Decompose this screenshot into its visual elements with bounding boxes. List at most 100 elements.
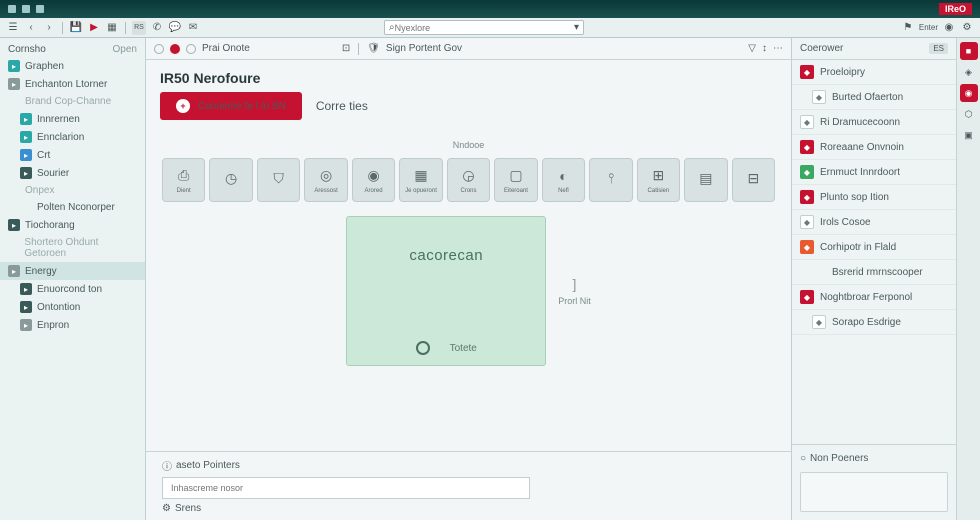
panel-item-label: Corhipotr in Flald — [820, 242, 896, 253]
dropdown-icon[interactable]: ▾ — [574, 22, 579, 33]
item-icon: ◆ — [800, 65, 814, 79]
tool-shield[interactable]: ⛉ — [257, 158, 300, 202]
tool-ring[interactable]: ◎Aressost — [304, 158, 347, 202]
primary-cta-button[interactable]: + Conoerne te l to SN — [160, 92, 302, 120]
main-toolbar: Prai Onote ⊡ 🛡 Sign Portent Gov ▽ ↕ ⋯ — [146, 38, 791, 60]
user-icon[interactable]: ◉ — [942, 21, 956, 35]
tool-grid[interactable]: ▦Je opueront — [399, 158, 442, 202]
window-icon: ⊞ — [649, 167, 667, 185]
properties-box[interactable] — [800, 472, 948, 512]
back-icon[interactable]: ‹ — [24, 21, 38, 35]
sidebar-item-label: Brand Cop-Channe — [25, 96, 111, 107]
rail-icon[interactable]: ⬡ — [960, 105, 978, 123]
panel-item[interactable]: ◆Corhipotr in Flald — [792, 235, 956, 260]
sidebar-item-label: Polten Nconorper — [37, 202, 115, 213]
window-control-icon — [22, 5, 30, 13]
lock-icon: ⊡ — [342, 43, 350, 54]
sidebar-item[interactable]: ▸Enuorcond ton — [0, 280, 145, 298]
canvas-area: Nndooe ⎙Dient◷⛉◎Aressost◉Arored▦Je opuer… — [146, 130, 791, 451]
sidebar-item[interactable]: ▸Ennclarion — [0, 128, 145, 146]
grid-icon: ▦ — [412, 167, 430, 185]
tool-camera[interactable]: ⎙Dient — [162, 158, 205, 202]
badge-icon[interactable]: RS — [132, 21, 146, 35]
bracket-icon: ] — [573, 276, 577, 292]
tool-dot[interactable]: ◉Arored — [352, 158, 395, 202]
main-panel: Prai Onote ⊡ 🛡 Sign Portent Gov ▽ ↕ ⋯ IR… — [146, 38, 792, 520]
filter-icon[interactable]: ▽ — [748, 43, 756, 54]
sidebar-item[interactable]: Onpex — [0, 182, 145, 199]
tool-clock2[interactable]: ◶Crons — [447, 158, 490, 202]
sidebar-item[interactable]: Polten Nconorper — [0, 199, 145, 216]
folder-icon: ▸ — [20, 283, 32, 295]
tool-chart[interactable]: ⫯ — [589, 158, 632, 202]
menu-icon[interactable]: ☰ — [6, 21, 20, 35]
page-icon: ▤ — [697, 170, 715, 188]
panel-item[interactable]: ◆Irols Cosoe — [792, 210, 956, 235]
sidebar-item[interactable]: ▸Graphen — [0, 57, 145, 75]
tool-window[interactable]: ⊞Catisien — [637, 158, 680, 202]
forward-icon[interactable]: › — [42, 21, 56, 35]
mail-icon[interactable]: ✉ — [186, 21, 200, 35]
more-icon[interactable]: ⋯ — [773, 43, 783, 54]
folder-icon: ▸ — [20, 319, 32, 331]
gear-icon[interactable]: ⚙ — [960, 21, 974, 35]
panel-item[interactable]: ◆ Burted Ofaerton — [792, 85, 956, 110]
breadcrumb: Sign Portent Gov — [386, 43, 462, 54]
panel-item[interactable]: ◆Plunto sop Ition — [792, 185, 956, 210]
panel-item-label: Burted Ofaerton — [832, 92, 903, 103]
sidebar-item[interactable]: ▸Innrernen — [0, 110, 145, 128]
sidebar-item[interactable]: ▸Crt — [0, 146, 145, 164]
save-icon[interactable]: 💾 — [69, 21, 83, 35]
sidebar-item[interactable]: ▸ Enpron — [0, 316, 145, 334]
item-icon: ◆ — [800, 290, 814, 304]
sidebar-item[interactable]: ▸Enchanton Ltorner — [0, 75, 145, 93]
panel-item[interactable]: ◆Roreaane Onvnoin — [792, 135, 956, 160]
rail-icon[interactable]: ◉ — [960, 84, 978, 102]
sidebar-item-label: Enpron — [37, 320, 69, 331]
flag-icon[interactable]: ⚑ — [901, 21, 915, 35]
panel-item-label: Sorapo Esdrige — [832, 317, 901, 328]
search-box[interactable]: ⌕ ▾ — [384, 20, 584, 35]
play-icon[interactable]: ▶ — [87, 21, 101, 35]
cta-subtitle: Corre ties — [316, 99, 368, 113]
grid2-icon: ⊟ — [744, 170, 762, 188]
grid-icon[interactable]: ▦ — [105, 21, 119, 35]
panel-item-label: Noghtbroar Ferponol — [820, 292, 912, 303]
chat-icon[interactable]: 💬 — [168, 21, 182, 35]
panel-item[interactable]: ◆ Noghtbroar Ferponol — [792, 285, 956, 310]
panel-item[interactable]: Bsrerid rmrnscooper — [792, 260, 956, 285]
sidebar-item[interactable]: Brand Cop-Channe — [0, 93, 145, 110]
panel-item-label: Roreaane Onvnoin — [820, 142, 904, 153]
sidebar-item[interactable]: Shortero Ohdunt Getoroen — [0, 234, 145, 262]
dot-icon[interactable] — [186, 44, 196, 54]
tool-box[interactable]: ▢Eiteroant — [494, 158, 537, 202]
bottom-bar: ⓘ aseto Pointers ⚙ Srens — [146, 451, 791, 520]
panel-item[interactable]: ◆Ernmuct Innrdoort — [792, 160, 956, 185]
panel-badge[interactable]: ES — [929, 43, 948, 54]
tool-grid2[interactable]: ⊟ — [732, 158, 775, 202]
search-input[interactable] — [395, 23, 574, 33]
tool-clock[interactable]: ◷ — [209, 158, 252, 202]
sidebar-item[interactable]: ▸Sourier — [0, 164, 145, 182]
status-dot-icon — [170, 44, 180, 54]
bottom-input[interactable] — [162, 477, 530, 499]
sidebar-item[interactable]: ▸Ontontion — [0, 298, 145, 316]
rail-icon[interactable]: ◈ — [960, 63, 978, 81]
record-icon[interactable] — [154, 44, 164, 54]
tool-half[interactable]: ◐Nefl — [542, 158, 585, 202]
item-icon: ◆ — [812, 90, 826, 104]
tool-page[interactable]: ▤ — [684, 158, 727, 202]
rail-icon[interactable]: ▣ — [960, 126, 978, 144]
panel-item[interactable]: ◆Proeloipry — [792, 60, 956, 85]
rail-icon[interactable]: ■ — [960, 42, 978, 60]
page-title: IR50 Nerofoure — [160, 70, 260, 86]
panel-item[interactable]: ◆Ri Dramucecoonn — [792, 110, 956, 135]
sort-icon[interactable]: ↕ — [762, 43, 767, 54]
phone-icon[interactable]: ✆ — [150, 21, 164, 35]
canvas[interactable]: cacorecan Totete — [346, 216, 546, 366]
sidebar-item[interactable]: ▸Energy — [0, 262, 145, 280]
panel-item-label: Bsrerid rmrnscooper — [832, 267, 923, 278]
panel-item[interactable]: ◆Sorapo Esdrige — [792, 310, 956, 335]
right-panel-header: Coerower ES — [792, 38, 956, 60]
sidebar-item[interactable]: ▸Tiochorang — [0, 216, 145, 234]
